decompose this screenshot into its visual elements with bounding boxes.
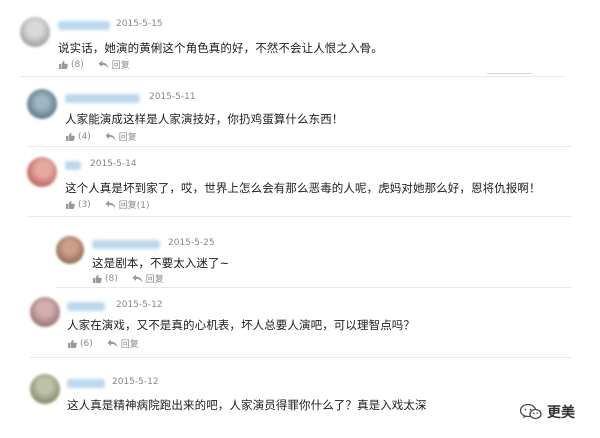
thumbs-up-icon — [59, 60, 68, 69]
comment-divider — [27, 146, 572, 147]
comment-date: 2015-5-12 — [116, 300, 163, 310]
comment-divider — [27, 216, 572, 217]
comment-date: 2015-5-11 — [149, 92, 196, 102]
avatar[interactable] — [30, 297, 60, 327]
username-blurred[interactable] — [92, 240, 160, 249]
comment-date: 2015-5-15 — [116, 19, 163, 29]
like-count: (6) — [80, 338, 93, 349]
username-blurred[interactable] — [67, 302, 105, 311]
username-blurred[interactable] — [58, 21, 110, 30]
username-blurred[interactable] — [67, 379, 105, 388]
comment-text: 这是剧本，不要太入迷了~ — [92, 256, 230, 270]
right-ruler — [487, 73, 532, 74]
thumbs-up-icon — [66, 200, 75, 209]
reply-arrow-icon — [132, 274, 143, 283]
comment-text: 人家能演成这样是人家演技好，你扔鸡蛋算什么东西！ — [65, 112, 344, 126]
like-button[interactable]: (8) — [92, 274, 118, 284]
reply-button[interactable]: 回复(1) — [105, 198, 150, 211]
reply-button[interactable]: 回复 — [132, 272, 164, 285]
comment-actions: (4) 回复 — [65, 130, 137, 143]
reply-label: 回复 — [120, 340, 139, 350]
reply-button[interactable]: 回复 — [98, 58, 130, 71]
like-button[interactable]: (6) — [67, 339, 93, 349]
like-count: (8) — [105, 273, 118, 284]
thumbs-up-icon — [68, 339, 77, 348]
like-count: (8) — [71, 59, 84, 70]
like-button[interactable]: (4) — [65, 132, 91, 142]
like-button[interactable]: (3) — [65, 200, 91, 210]
like-count: (3) — [78, 199, 91, 210]
comment-divider — [30, 357, 572, 358]
username-blurred[interactable] — [65, 161, 81, 170]
comment-text: 人家在演戏，又不是真的心机表，坏人总要人演吧，可以理智点吗？ — [67, 318, 415, 332]
wechat-logo-icon — [520, 403, 542, 420]
comment-text: 说实话，她演的黄俐这个角色真的好，不然不会让人恨之入骨。 — [58, 41, 383, 55]
like-count: (4) — [78, 131, 91, 142]
comment-date: 2015-5-25 — [168, 238, 215, 248]
comment-date: 2015-5-14 — [90, 159, 137, 169]
comment-text: 这人真是精神病院跑出来的吧，人家演员得罪你什么了？真是入戏太深 — [67, 398, 427, 412]
reply-arrow-icon — [107, 339, 118, 348]
comment-divider — [20, 76, 565, 77]
reply-label: 回复 — [145, 275, 164, 285]
username-blurred[interactable] — [65, 94, 140, 103]
thumbs-up-icon — [93, 274, 102, 283]
reply-label: 回复 — [111, 61, 130, 71]
comment-actions: (3) 回复(1) — [65, 198, 150, 211]
reply-label: 回复 — [118, 133, 137, 143]
comment-date: 2015-5-12 — [112, 377, 159, 387]
comment-actions: (6) 回复 — [67, 337, 139, 350]
comment-text: 这个人真是坏到家了，哎，世界上怎么会有那么恶毒的人呢，虎妈对她那么好，恩将仇报啊… — [65, 181, 541, 195]
like-button[interactable]: (8) — [58, 60, 84, 70]
watermark: 更美 — [520, 402, 575, 422]
comment-divider — [56, 287, 572, 288]
avatar[interactable] — [27, 89, 57, 119]
reply-button[interactable]: 回复 — [105, 130, 137, 143]
avatar[interactable] — [30, 374, 60, 404]
reply-arrow-icon — [98, 60, 109, 69]
comment-actions: (8) 回复 — [92, 272, 164, 285]
watermark-label: 更美 — [547, 405, 575, 421]
reply-arrow-icon — [105, 200, 116, 209]
avatar[interactable] — [56, 236, 84, 264]
avatar[interactable] — [27, 157, 57, 187]
reply-arrow-icon — [105, 132, 116, 141]
comment-actions: (8) 回复 — [58, 58, 130, 71]
reply-label: 回复(1) — [118, 201, 150, 211]
thumbs-up-icon — [66, 132, 75, 141]
avatar[interactable] — [20, 17, 50, 47]
reply-button[interactable]: 回复 — [107, 337, 139, 350]
